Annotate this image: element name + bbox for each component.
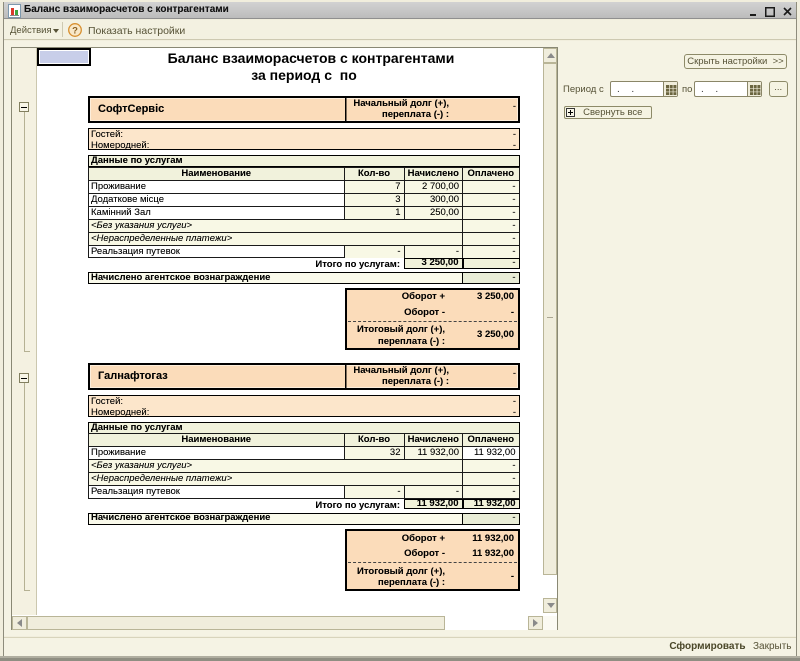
svg-text:?: ? bbox=[72, 25, 78, 36]
